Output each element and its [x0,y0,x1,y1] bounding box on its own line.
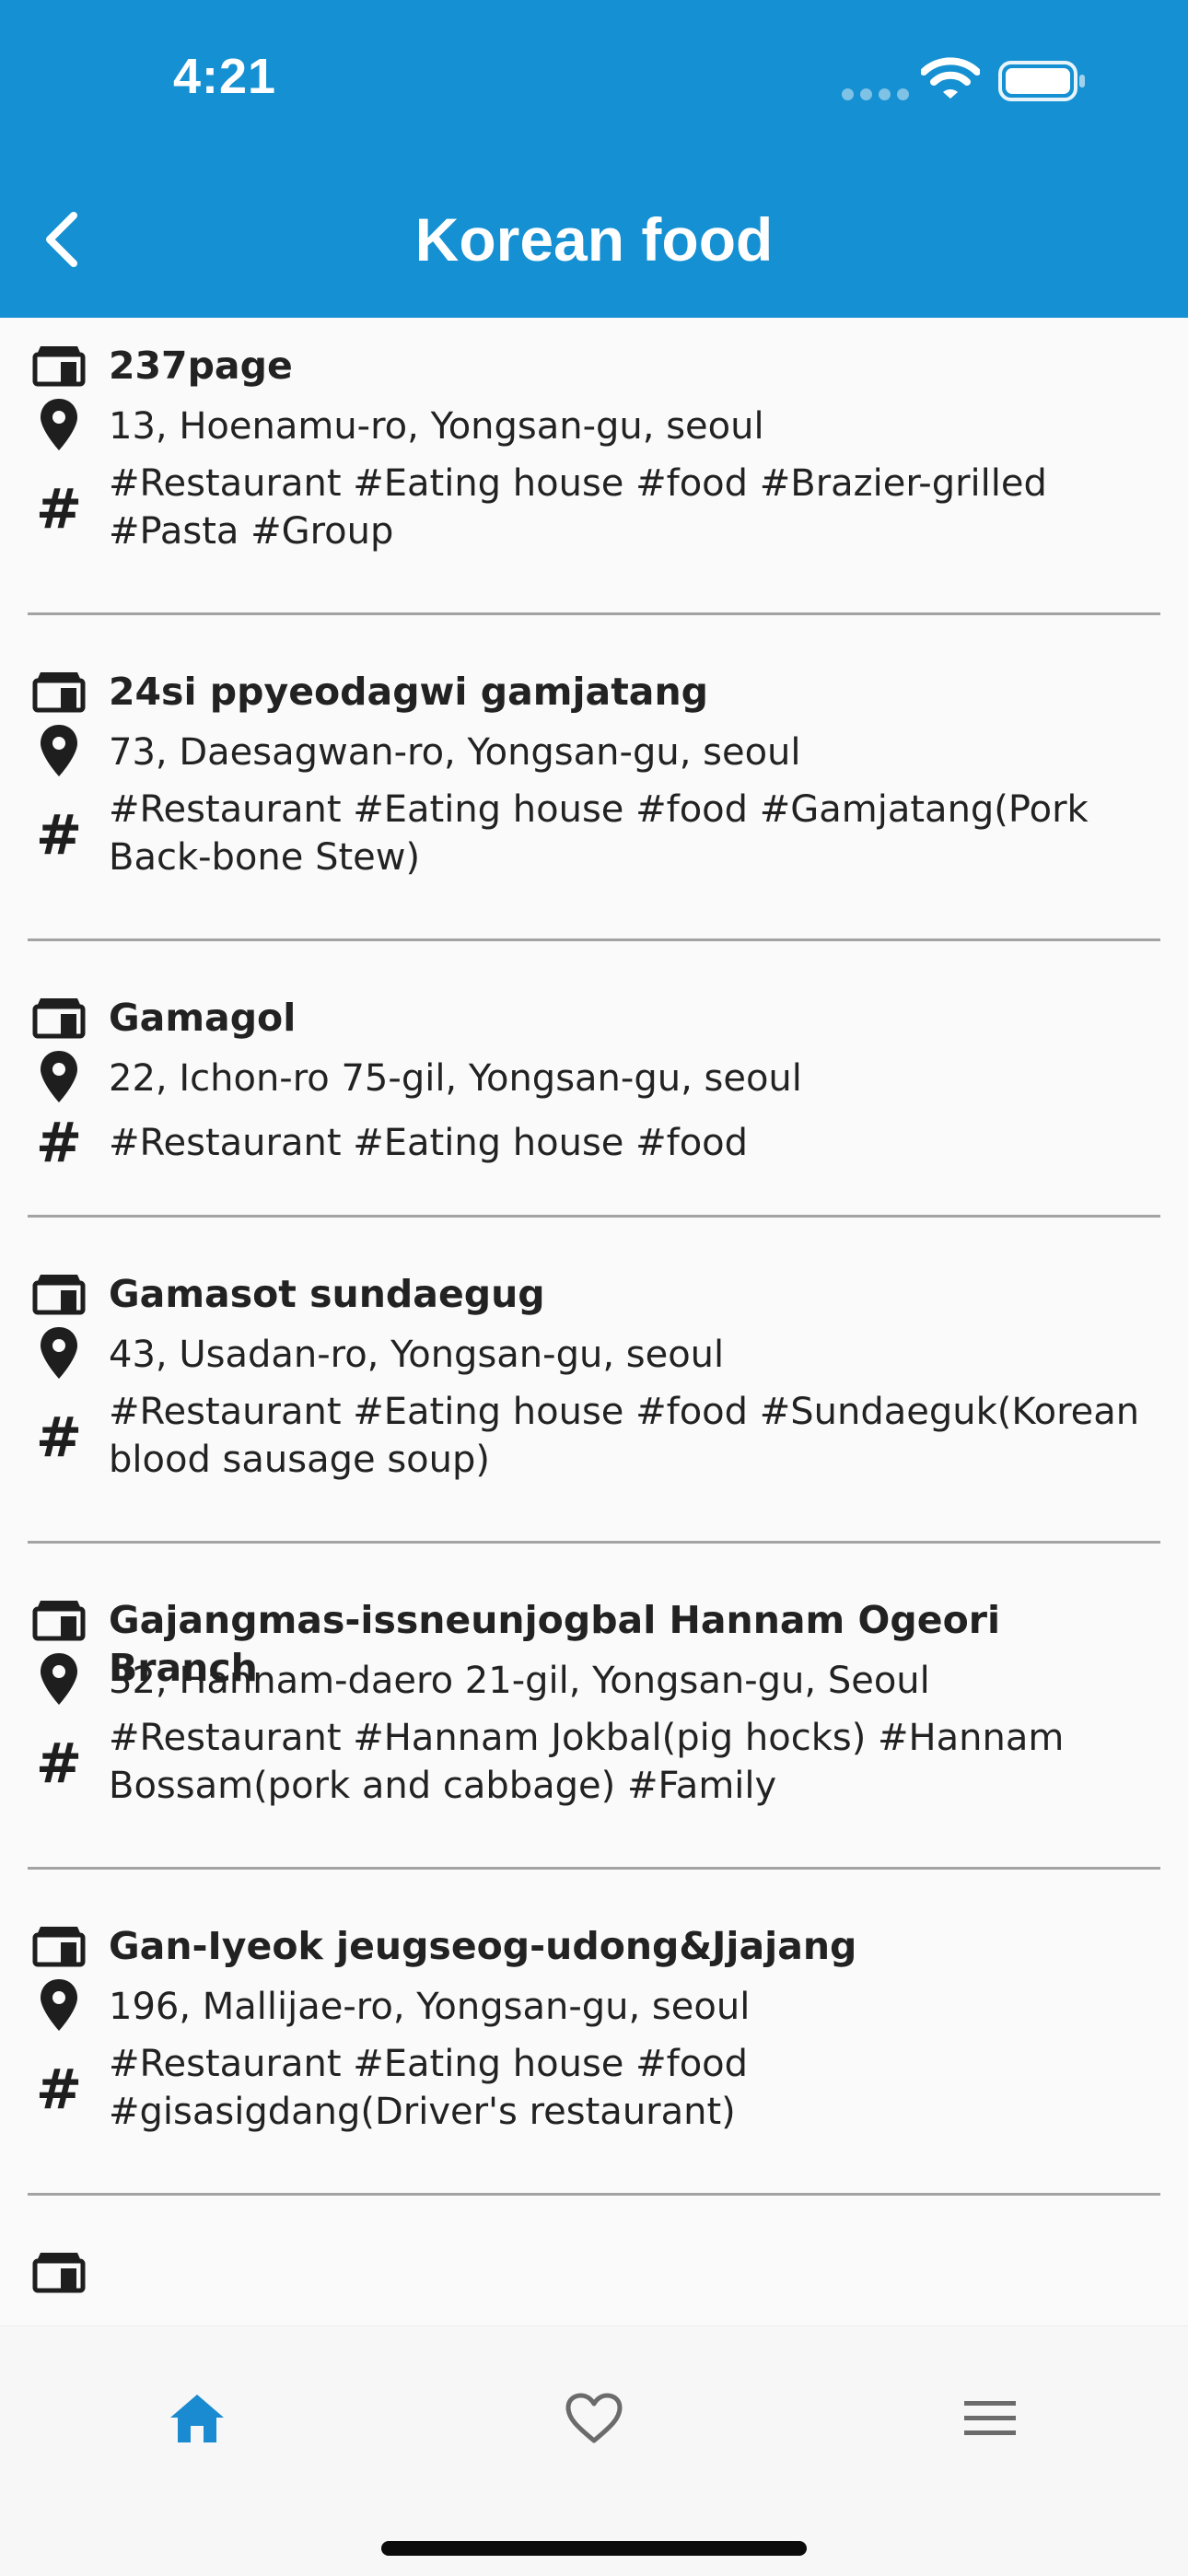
battery-icon [998,61,1085,101]
restaurant-tags: #Restaurant #Eating house #food [109,1122,749,1164]
store-icon [31,990,87,1045]
restaurant-list-item[interactable]: 24si ppyeodagwi gamjatang 73, Daesagwan-… [28,664,1160,941]
restaurant-name: Gan-Iyeok jeugseog-udong&Jjajang [109,1924,857,1968]
location-pin-icon [31,397,87,452]
hashtag-icon: # [35,803,83,868]
restaurant-list[interactable]: 237page 13, Hoenamu-ro, Yongsan-gu, seou… [0,318,1188,2325]
hashtag-icon: # [35,1405,83,1470]
store-icon [31,338,87,393]
restaurant-list-item[interactable]: Gajangmas-issneunjogbal Hannam Ogeori Br… [28,1592,1160,1870]
nav-favorites-button[interactable] [539,2363,649,2474]
restaurant-address: 13, Hoenamu-ro, Yongsan-gu, seoul [109,405,764,448]
restaurant-address: 32, Hannam-daero 21-gil, Yongsan-gu, Seo… [109,1660,930,1702]
store-icon [31,664,87,719]
page-title: Korean food [414,205,774,274]
restaurant-address: 22, Ichon-ro 75-gil, Yongsan-gu, seoul [109,1057,802,1100]
restaurant-name: 24si ppyeodagwi gamjatang [109,670,709,714]
store-icon [31,1918,87,1974]
restaurant-list-item[interactable] [28,2244,1160,2325]
restaurant-tags: #Restaurant #Eating house #food #Brazier… [109,462,1047,553]
hashtag-icon: # [35,1111,83,1175]
nav-home-button[interactable] [142,2363,252,2474]
restaurant-tags: #Restaurant #Eating house #food #Gamjata… [109,788,1089,879]
nav-menu-button[interactable] [935,2363,1045,2474]
restaurant-name: Gamasot sundaegug [109,1272,545,1316]
restaurant-tags: #Restaurant #Eating house #food #gisasig… [109,2043,749,2133]
wifi-icon [921,57,980,99]
location-pin-icon [31,1325,87,1381]
status-time: 4:21 [173,49,277,104]
app-header: 4:21 Korean food [0,0,1188,318]
restaurant-tags: #Restaurant #Eating house #food #Sundaeg… [109,1391,1140,1481]
location-pin-icon [31,1651,87,1707]
restaurant-address: 73, Daesagwan-ro, Yongsan-gu, seoul [109,731,801,774]
store-icon [31,1592,87,1648]
restaurant-name: Gamagol [109,996,297,1040]
bottom-navigation-bar [0,2325,1188,2576]
home-icon [170,2395,224,2442]
restaurant-address: 196, Mallijae-ro, Yongsan-gu, seoul [109,1986,751,2028]
location-pin-icon [31,1977,87,2033]
cellular-signal-icon [842,88,909,100]
hashtag-icon: # [35,2057,83,2122]
hashtag-icon: # [35,1731,83,1796]
restaurant-list-item[interactable]: Gamagol 22, Ichon-ro 75-gil, Yongsan-gu,… [28,990,1160,1218]
restaurant-list-item[interactable]: Gamasot sundaegug 43, Usadan-ro, Yongsan… [28,1266,1160,1544]
store-icon [31,2244,87,2300]
heart-icon [565,2393,623,2443]
hashtag-icon: # [35,477,83,542]
restaurant-name: 237page [109,344,293,388]
location-pin-icon [31,723,87,778]
location-pin-icon [31,1049,87,1104]
restaurant-list-item[interactable]: 237page 13, Hoenamu-ro, Yongsan-gu, seou… [28,338,1160,615]
restaurant-address: 43, Usadan-ro, Yongsan-gu, seoul [109,1334,725,1376]
restaurant-list-item[interactable]: Gan-Iyeok jeugseog-udong&Jjajang 196, Ma… [28,1918,1160,2196]
home-indicator[interactable] [381,2541,807,2556]
menu-icon [964,2401,1016,2435]
store-icon [31,1266,87,1322]
restaurant-tags: #Restaurant #Hannam Jokbal(pig hocks) #H… [109,1717,1065,1807]
